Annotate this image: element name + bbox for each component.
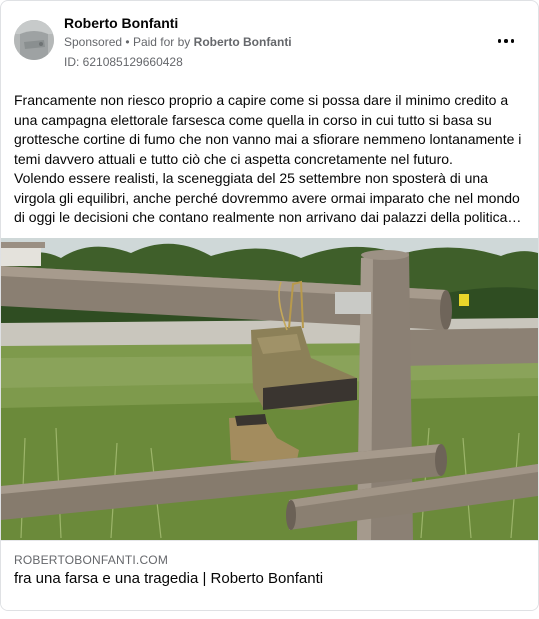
post-paragraph: Volendo essere realisti, la sceneggiata …	[14, 170, 522, 225]
link-domain: ROBERTOBONFANTI.COM	[14, 553, 169, 567]
link-preview[interactable]: ROBERTOBONFANTI.COM fra una farsa e una …	[1, 540, 538, 610]
link-title[interactable]: fra una farsa e una tragedia | Roberto B…	[14, 570, 323, 587]
avatar[interactable]	[14, 20, 54, 60]
post-header: Roberto Bonfanti Sponsored • Paid for by…	[1, 1, 538, 81]
ad-post-card: Roberto Bonfanti Sponsored • Paid for by…	[0, 0, 539, 611]
post-text: Francamente non riesco proprio a capire …	[14, 91, 526, 228]
paid-for-name: Roberto Bonfanti	[193, 35, 292, 49]
meta-separator: •	[125, 35, 130, 49]
sponsored-meta: Sponsored • Paid for by Roberto Bonfanti	[64, 35, 292, 49]
sponsored-label[interactable]: Sponsored	[64, 35, 122, 49]
ad-id: ID: 621085129660428	[64, 55, 183, 69]
post-image[interactable]	[1, 238, 538, 540]
paid-for-prefix: Paid for by	[132, 35, 191, 49]
more-horizontal-icon	[497, 39, 502, 43]
author-name[interactable]: Roberto Bonfanti	[64, 15, 178, 31]
post-paragraph: Francamente non riesco proprio a capire …	[14, 92, 522, 167]
more-options-button[interactable]	[491, 29, 521, 53]
